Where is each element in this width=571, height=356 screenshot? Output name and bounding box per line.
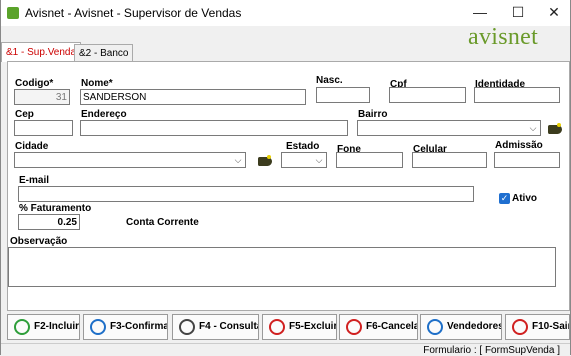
conta-corrente-label[interactable]: Conta Corrente: [126, 217, 199, 228]
cidade-label: Cidade: [15, 141, 49, 152]
faturamento-label: % Faturamento: [19, 203, 92, 214]
faturamento-field[interactable]: 0.25: [18, 214, 80, 230]
minus-circle-icon: [346, 319, 362, 335]
cep-label: Cep: [15, 109, 34, 120]
nasc-field[interactable]: [316, 87, 370, 103]
magnifier-icon: [179, 319, 195, 335]
consulta-button[interactable]: F4 - Consulta: [172, 314, 259, 340]
ativo-label: Ativo: [512, 193, 537, 204]
chevron-down-icon: ⌵: [529, 123, 537, 133]
users-icon: [427, 319, 443, 335]
observacao-textarea[interactable]: [8, 247, 556, 287]
maximize-button[interactable]: ☐: [501, 0, 535, 26]
status-bar: Formulario : [ FormSupVenda ]: [1, 343, 570, 356]
pointer-hand-icon[interactable]: [548, 123, 562, 134]
cpf-field[interactable]: [389, 87, 466, 103]
plus-circle-icon: [14, 319, 30, 335]
sair-button[interactable]: F10-Sair: [505, 314, 570, 340]
nome-field[interactable]: SANDERSON: [80, 89, 306, 105]
pointer-hand-icon[interactable]: [258, 155, 272, 166]
window-title: Avisnet - Avisnet - Supervisor de Vendas: [25, 6, 242, 20]
excluir-button[interactable]: F5-Excluir: [262, 314, 337, 340]
celular-field[interactable]: [412, 152, 487, 168]
codigo-field[interactable]: 31: [14, 89, 70, 105]
estado-label: Estado: [286, 141, 320, 152]
tab-sup-venda[interactable]: &1 - Sup.Venda: [1, 42, 82, 62]
cep-field[interactable]: [14, 120, 73, 136]
endereco-field[interactable]: [80, 120, 348, 136]
main-window: Avisnet - Avisnet - Supervisor de Vendas…: [0, 0, 571, 356]
ativo-checkbox[interactable]: ✓: [499, 193, 510, 204]
status-text: Formulario : [ FormSupVenda ]: [423, 345, 560, 356]
power-icon: [512, 319, 528, 335]
admissao-label: Admissão: [495, 140, 543, 151]
confirmar-button[interactable]: F3-Confirmar: [83, 314, 168, 340]
check-circle-icon: [90, 319, 106, 335]
email-field[interactable]: [18, 186, 474, 202]
endereco-label: Endereço: [81, 109, 127, 120]
title-bar: Avisnet - Avisnet - Supervisor de Vendas…: [1, 0, 570, 26]
chevron-down-icon: ⌵: [234, 155, 242, 165]
chevron-down-icon: ⌵: [315, 155, 323, 165]
admissao-field[interactable]: [494, 152, 560, 168]
codigo-label: Codigo*: [15, 78, 54, 89]
cancelar-button[interactable]: F6-Cancelar: [339, 314, 418, 340]
tab-banco[interactable]: &2 - Banco: [74, 44, 134, 62]
cidade-select[interactable]: ⌵: [14, 152, 246, 168]
nome-label: Nome*: [81, 78, 113, 89]
avisnet-logo: avisnet: [468, 24, 539, 50]
email-label: E-mail: [19, 175, 50, 186]
bairro-label: Bairro: [358, 109, 388, 120]
close-button[interactable]: ✕: [537, 0, 571, 26]
fone-field[interactable]: [336, 152, 403, 168]
app-icon: [7, 7, 19, 19]
incluir-button[interactable]: F2-Incluir: [7, 314, 80, 340]
identidade-field[interactable]: [474, 87, 560, 103]
estado-select[interactable]: ⌵: [281, 152, 327, 168]
vendedores-button[interactable]: Vendedores: [420, 314, 502, 340]
observacao-label: Observação: [10, 236, 68, 247]
nasc-label: Nasc.: [316, 75, 343, 86]
bairro-select[interactable]: ⌵: [357, 120, 541, 136]
minimize-button[interactable]: —: [463, 0, 497, 26]
x-circle-icon: [269, 319, 285, 335]
